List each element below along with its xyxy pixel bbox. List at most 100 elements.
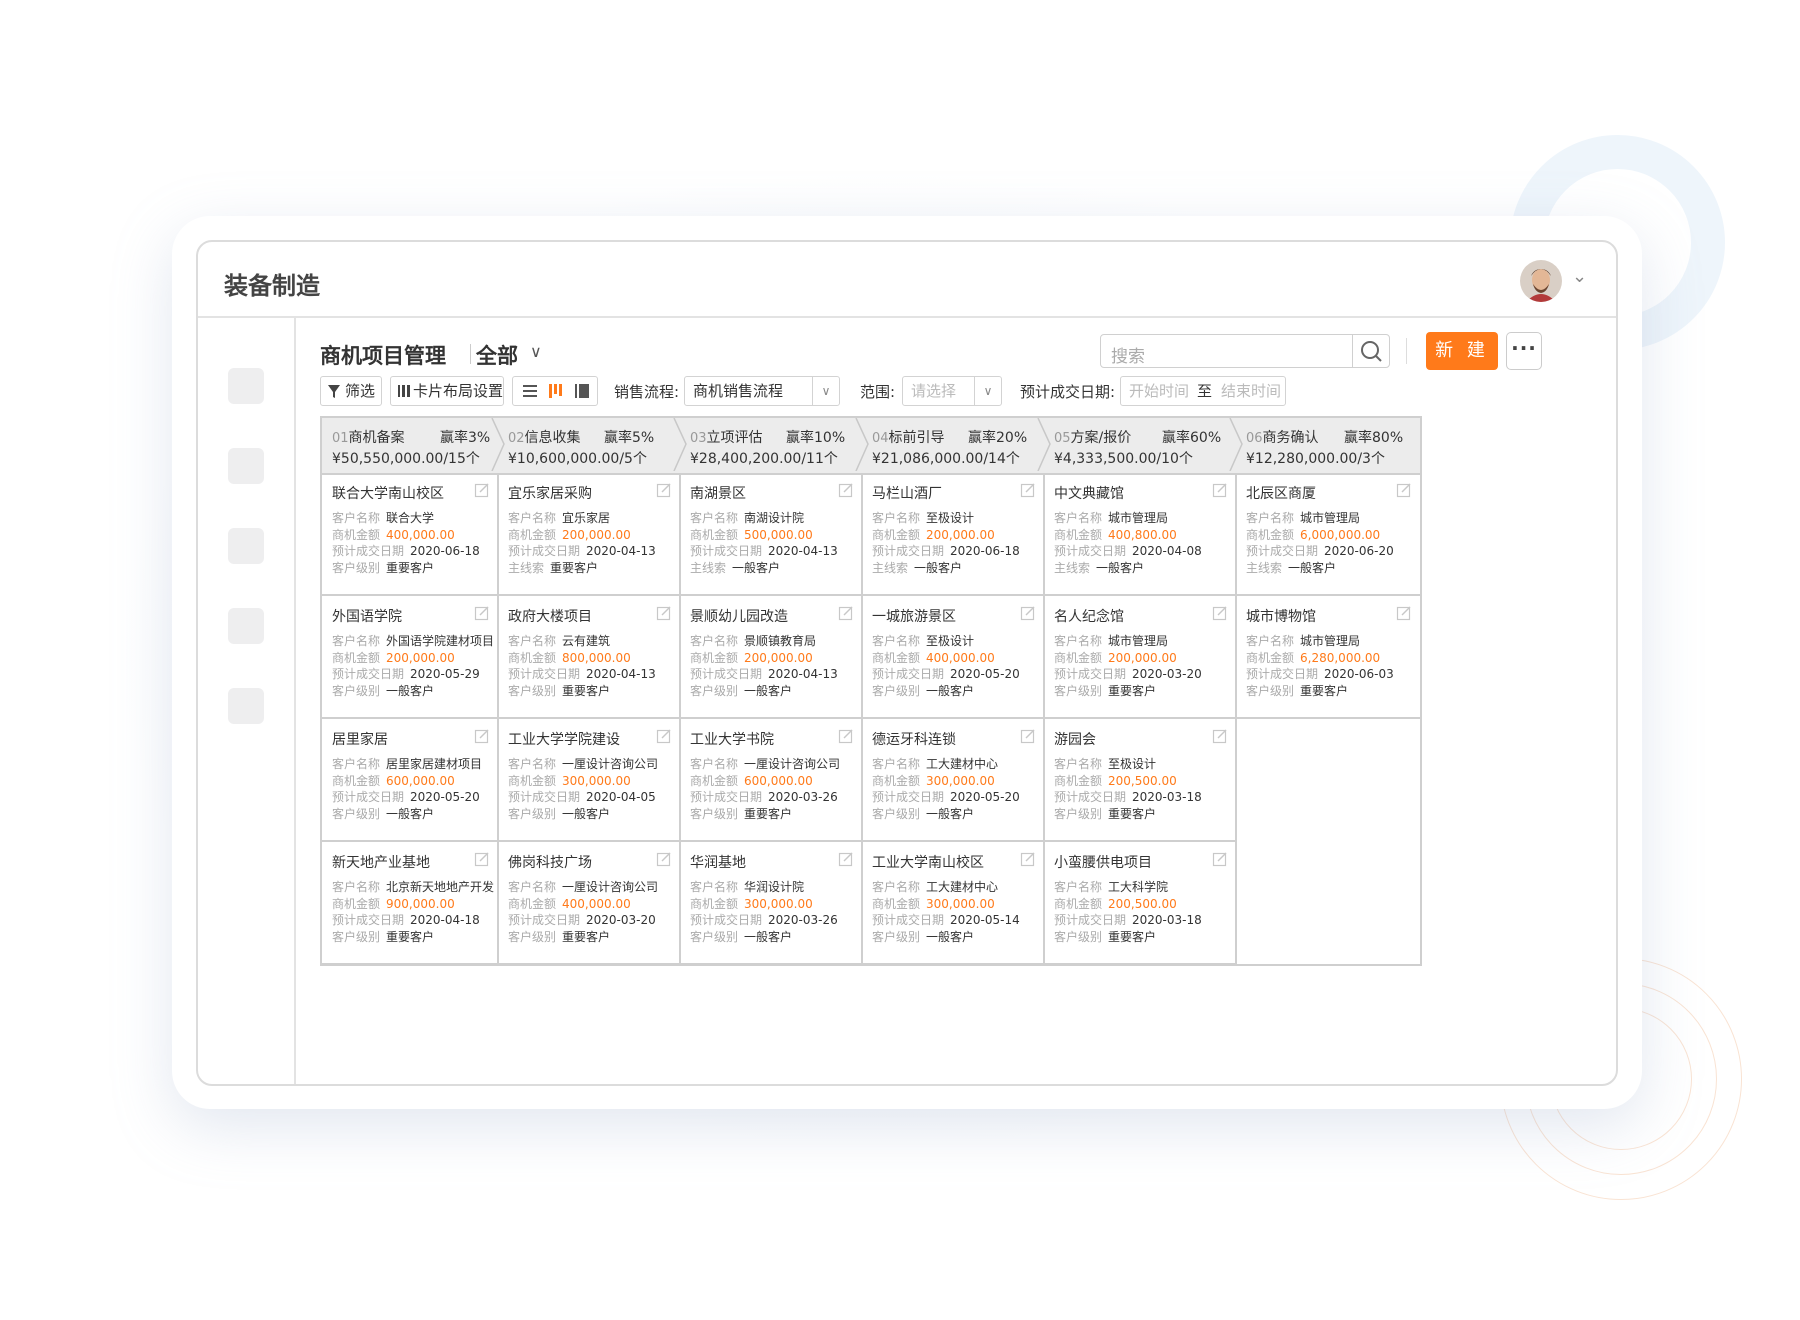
customer-level-label: 主线索 (1054, 560, 1091, 575)
opportunity-card[interactable]: 工业大学南山校区 客户名称 工大建材中心 商机金额 300,000.00 预计成交日期 20… (862, 842, 1044, 965)
customer-name-row: 客户名称 外国语学院建材项目 (332, 632, 494, 649)
opportunity-card[interactable]: 宜乐家居采购 客户名称 宜乐家居 商机金额 200,000.00 预计成交日期 2020-0… (498, 473, 680, 596)
opportunity-amount-row: 商机金额 900,000.00 (332, 895, 455, 912)
opportunity-card[interactable]: 名人纪念馆 客户名称 城市管理局 商机金额 200,000.00 预计成交日期 2020-0… (1044, 596, 1236, 719)
expected-close-date-label: 预计成交日期 (332, 913, 405, 927)
stage-header[interactable]: 02信息收集 赢率5% ¥10,600,000.00/5个 (498, 417, 687, 472)
expected-close-date-label: 预计成交日期 (872, 544, 945, 558)
stage-win-rate: 赢率60% (1162, 430, 1222, 446)
opportunity-amount-value: 200,500.00 (1108, 773, 1177, 788)
opportunity-card[interactable]: 联合大学南山校区 客户名称 联合大学 商机金额 400,000.00 预计成交日期 2020… (322, 473, 498, 596)
opportunity-card[interactable]: 一城旅游景区 客户名称 至极设计 商机金额 400,000.00 预计成交日期 2020-0… (862, 596, 1044, 719)
process-select[interactable]: 商机销售流程 ∨ (684, 376, 840, 406)
list-view-icon[interactable] (519, 377, 541, 405)
chevron-down-icon[interactable]: ⌄ (1572, 266, 1587, 287)
opportunity-card[interactable]: 政府大楼项目 客户名称 云有建筑 商机金额 800,000.00 预计成交日期 2020-0… (498, 596, 680, 719)
customer-level-row: 主线索 一般客户 (872, 559, 962, 576)
sidebar-nav-icon[interactable] (228, 368, 264, 404)
opportunity-card[interactable]: 新天地产业基地 客户名称 北京新天地地产开发 商机金额 900,000.00 预计成交日期… (322, 842, 498, 965)
sidebar-nav-icon[interactable] (228, 688, 264, 724)
chevron-down-icon[interactable]: ∨ (530, 342, 542, 361)
opportunity-card[interactable]: 北辰区商厦 客户名称 城市管理局 商机金额 6,000,000.00 预计成交日期 2020… (1236, 473, 1420, 596)
more-icon[interactable]: ··· (1506, 332, 1542, 370)
chevron-down-icon: ∨ (974, 377, 1001, 405)
expected-close-date-value: 2020-05-29 (410, 667, 480, 681)
edit-icon[interactable] (1396, 482, 1412, 498)
edit-icon[interactable] (1020, 482, 1036, 498)
opportunity-card[interactable]: 小蛮腰供电项目 客户名称 工大科学院 商机金额 200,500.00 预计成交日期 2020… (1044, 842, 1236, 965)
opportunity-amount-value: 400,000.00 (926, 650, 995, 665)
edit-icon[interactable] (656, 728, 672, 744)
stage-header[interactable]: 03立项评估 赢率10% ¥28,400,200.00/11个 (680, 417, 869, 472)
stage-header[interactable]: 06商务确认 赢率80% ¥12,280,000.00/3个 (1236, 418, 1420, 471)
search-icon[interactable] (1352, 335, 1389, 367)
edit-icon[interactable] (474, 482, 490, 498)
stage-header[interactable]: 05方案/报价 赢率60% ¥4,333,500.00/10个 (1044, 417, 1243, 472)
customer-level-row: 客户级别 一般客户 (508, 805, 610, 822)
customer-level-row: 客户级别 一般客户 (332, 682, 434, 699)
edit-icon[interactable] (1212, 605, 1228, 621)
expected-close-date-label: 预计成交日期 (332, 790, 405, 804)
edit-icon[interactable] (1020, 851, 1036, 867)
customer-level-value: 一般客户 (732, 560, 781, 575)
opportunity-card[interactable]: 游园会 客户名称 至极设计 商机金额 200,500.00 预计成交日期 2020-03-1… (1044, 719, 1236, 842)
opportunity-card[interactable]: 工业大学学院建设 客户名称 一厘设计咨询公司 商机金额 300,000.00 预计成交日期… (498, 719, 680, 842)
card-title: 佛岗科技广场 (508, 855, 592, 871)
edit-icon[interactable] (1020, 605, 1036, 621)
edit-icon[interactable] (474, 728, 490, 744)
card-title: 华润基地 (690, 855, 746, 871)
edit-icon[interactable] (1212, 851, 1228, 867)
filter-button[interactable]: 筛选 (320, 376, 382, 406)
edit-icon[interactable] (838, 851, 854, 867)
scope-dropdown[interactable]: 全部 (476, 340, 518, 370)
edit-icon[interactable] (656, 605, 672, 621)
edit-icon[interactable] (838, 728, 854, 744)
stage-header[interactable]: 04标前引导 赢率20% ¥21,086,000.00/14个 (862, 417, 1051, 472)
customer-name-value: 工大建材中心 (926, 880, 999, 894)
expected-close-date-label: 预计成交日期 (872, 790, 945, 804)
opportunity-card[interactable]: 城市博物馆 客户名称 城市管理局 商机金额 6,280,000.00 预计成交日期 2020… (1236, 596, 1420, 719)
edit-icon[interactable] (1020, 728, 1036, 744)
edit-icon[interactable] (1396, 605, 1412, 621)
customer-level-label: 客户级别 (872, 929, 921, 944)
stage-header[interactable]: 01商机备案 赢率3% ¥50,550,000.00/15个 (322, 417, 505, 472)
edit-icon[interactable] (656, 482, 672, 498)
new-button[interactable]: 新 建 (1426, 332, 1498, 370)
opportunity-card[interactable]: 外国语学院 客户名称 外国语学院建材项目 商机金额 200,000.00 预计成交日期 20… (322, 596, 498, 719)
sidebar-nav-icon[interactable] (228, 528, 264, 564)
avatar[interactable] (1520, 260, 1562, 302)
search-input[interactable]: 搜索 (1100, 334, 1390, 368)
card-view-icon[interactable] (571, 377, 593, 405)
stage-number: 05 (1054, 431, 1071, 446)
edit-icon[interactable] (838, 605, 854, 621)
opportunity-card[interactable]: 佛岗科技广场 客户名称 一厘设计咨询公司 商机金额 400,000.00 预计成交日期 20… (498, 842, 680, 965)
range-select[interactable]: 请选择 ∨ (902, 376, 1002, 406)
date-start-placeholder[interactable]: 开始时间 (1129, 377, 1189, 405)
card-layout-button[interactable]: 卡片布局设置 (390, 376, 504, 406)
edit-icon[interactable] (474, 605, 490, 621)
expected-close-date-label: 预计成交日期 (508, 667, 581, 681)
edit-icon[interactable] (474, 851, 490, 867)
opportunity-card[interactable]: 居里家居 客户名称 居里家居建材项目 商机金额 600,000.00 预计成交日期 2020… (322, 719, 498, 842)
edit-icon[interactable] (1212, 482, 1228, 498)
opportunity-card[interactable]: 马栏山酒厂 客户名称 至极设计 商机金额 200,000.00 预计成交日期 2020-06… (862, 473, 1044, 596)
edit-icon[interactable] (838, 482, 854, 498)
opportunity-amount-value: 300,000.00 (562, 773, 631, 788)
stage-title: 05方案/报价 (1054, 427, 1131, 447)
sidebar-nav-icon[interactable] (228, 448, 264, 484)
opportunity-card[interactable]: 工业大学书院 客户名称 一厘设计咨询公司 商机金额 600,000.00 预计成交日期 20… (680, 719, 862, 842)
customer-level-label: 客户级别 (332, 806, 381, 821)
sidebar-nav-icon[interactable] (228, 608, 264, 644)
opportunity-card[interactable]: 德运牙科连锁 客户名称 工大建材中心 商机金额 300,000.00 预计成交日期 2020… (862, 719, 1044, 842)
opportunity-card[interactable]: 中文典藏馆 客户名称 城市管理局 商机金额 400,800.00 预计成交日期 2020-0… (1044, 473, 1236, 596)
opportunity-card[interactable]: 景顺幼儿园改造 客户名称 景顺镇教育局 商机金额 200,000.00 预计成交日期 202… (680, 596, 862, 719)
date-range-input[interactable]: 开始时间 至 结束时间 (1120, 376, 1286, 406)
opportunity-card[interactable]: 华润基地 客户名称 华润设计院 商机金额 300,000.00 预计成交日期 2020-03… (680, 842, 862, 965)
date-end-placeholder[interactable]: 结束时间 (1221, 377, 1281, 405)
edit-icon[interactable] (1212, 728, 1228, 744)
card-title: 景顺幼儿园改造 (690, 609, 788, 625)
edit-icon[interactable] (656, 851, 672, 867)
kanban-view-icon[interactable] (545, 377, 567, 405)
customer-level-label: 客户级别 (690, 929, 739, 944)
opportunity-card[interactable]: 南湖景区 客户名称 南湖设计院 商机金额 500,000.00 预计成交日期 2020-04… (680, 473, 862, 596)
